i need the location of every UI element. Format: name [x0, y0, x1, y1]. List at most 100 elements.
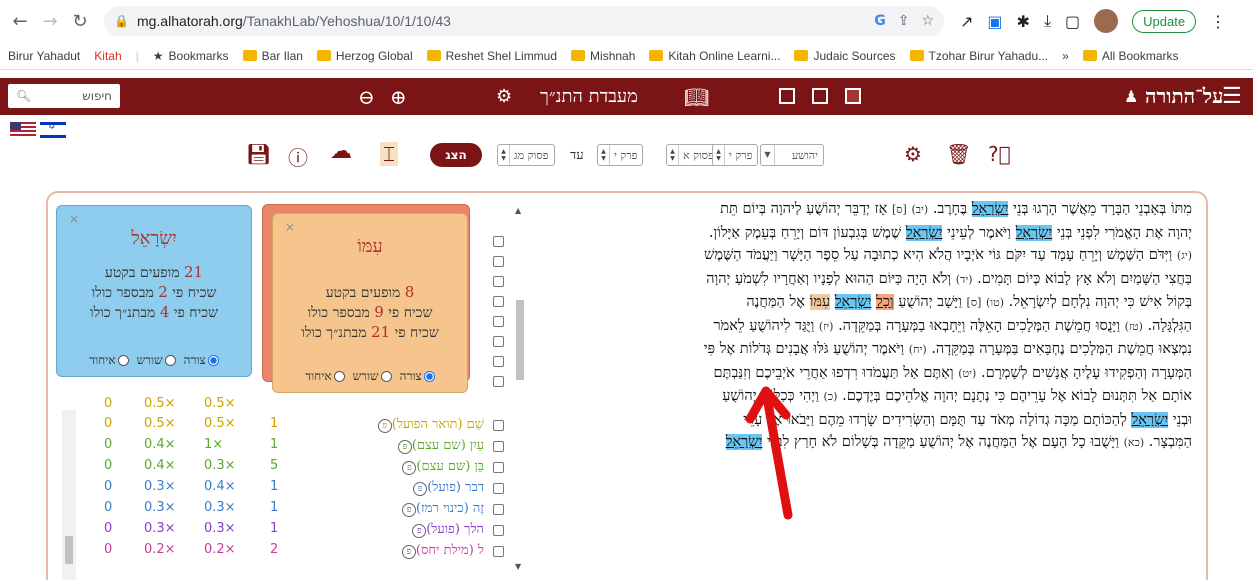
bookmark-item[interactable]: Judaic Sources: [794, 49, 896, 63]
share-icon[interactable]: ⇪: [898, 13, 910, 29]
verse-text[interactable]: וְלֹא הָיָה כַּיּוֹם הַהוּא לְפָנָיו וְא…: [706, 271, 956, 287]
word-cell[interactable]: בֵּן (שם עצם)פ: [398, 458, 484, 475]
verse-text[interactable]: וַיָּנֻסוּ חֲמֵשֶׁת הַמְּלָכִים הָאֵלֶּה…: [833, 318, 1124, 334]
radio-dot[interactable]: [423, 371, 435, 382]
table-row[interactable]: 0 0.2× 0.2× 2 ל (מילת יחס)פ: [62, 542, 512, 564]
highlighted-word[interactable]: יִשְׂרָאֵל: [971, 201, 1009, 217]
chapter-end-stepper[interactable]: ▲ ▼ פרק י: [597, 144, 643, 166]
info-circle-icon[interactable]: פ: [413, 482, 428, 496]
extensions-puzzle-icon[interactable]: ✱: [1017, 12, 1030, 31]
close-icon[interactable]: ×: [69, 212, 79, 226]
highlighted-word[interactable]: וְכָל: [876, 294, 894, 310]
verse-text[interactable]: אֶל הַמַּחֲנֶה: [746, 294, 809, 310]
trash-icon[interactable]: 🗑︎: [946, 142, 971, 166]
expand-icon[interactable]: ⌶: [380, 142, 398, 166]
radio-dot[interactable]: [117, 355, 129, 366]
google-icon[interactable]: G: [874, 13, 886, 29]
update-button[interactable]: Update: [1132, 9, 1197, 33]
info-circle-icon[interactable]: פ: [412, 524, 427, 538]
verse-text[interactable]: שֶׁמֶשׁ בְּגִבְעוֹן דּוֹם וְיָרֵחַ בְּעֵ…: [709, 225, 906, 241]
verse-text[interactable]: אוֹתָם אַל תִּתְּנוּם לָבוֹא אֶל עָרֵיהֶ…: [837, 388, 1192, 404]
word-cell[interactable]: זֶה (כינוי רמז)פ: [398, 500, 484, 517]
info-circle-icon[interactable]: פ: [397, 440, 412, 454]
verse-text[interactable]: יְהוָה אֶת הָאֱמֹרִי לִפְנֵי בְּנֵי: [1052, 225, 1192, 241]
sidepanel-icon[interactable]: ▢: [1065, 12, 1080, 31]
word-cell[interactable]: עַיִן (שם עצם)פ: [394, 437, 484, 454]
bookmark-item[interactable]: »: [1062, 49, 1069, 63]
view-single-column-icon[interactable]: [812, 88, 828, 104]
view-table-icon[interactable]: [845, 88, 861, 104]
word-cell[interactable]: דבר (פועל)פ: [409, 479, 484, 496]
radio-unify[interactable]: איחוד: [89, 353, 129, 368]
gear-icon[interactable]: ⚙: [496, 78, 512, 115]
row-checkbox[interactable]: [493, 483, 504, 494]
highlighted-word[interactable]: יִשְׂרָאֵל: [1015, 224, 1053, 241]
back-icon[interactable]: ←: [8, 9, 32, 33]
row-checkbox[interactable]: [493, 256, 504, 267]
hamburger-menu-icon[interactable]: ☰: [1222, 78, 1242, 115]
view-two-columns-icon[interactable]: [779, 88, 795, 104]
radio-dot[interactable]: [207, 355, 219, 366]
verse-text[interactable]: הַמִּבְצָר.: [1144, 434, 1192, 450]
table-row[interactable]: 0 0.4× 0.3× 5 בֵּן (שם עצם)פ: [62, 458, 512, 480]
highlighted-word[interactable]: יִשְׂרָאֵל: [834, 294, 872, 310]
highlighted-word[interactable]: עִמּוֹ: [809, 294, 831, 310]
save-icon[interactable]: 💾︎: [246, 142, 271, 166]
info-icon[interactable]: ⓘ: [288, 142, 308, 171]
stepper-arrows-icon[interactable]: ▲ ▼: [498, 145, 510, 165]
table-row[interactable]: 0 0.3× 0.3× 1 זֶה (כינוי רמז)פ: [62, 500, 512, 522]
info-circle-icon[interactable]: פ: [401, 545, 416, 559]
zoom-in-icon[interactable]: ⊕: [390, 78, 407, 115]
highlighted-word[interactable]: יִשְׂרָאֵל: [905, 224, 943, 241]
stepper-arrows-icon[interactable]: ▲ ▼: [667, 145, 679, 165]
info-circle-icon[interactable]: פ: [377, 419, 392, 433]
search-input[interactable]: 🔍︎ חיפוש: [8, 84, 120, 108]
verse-text[interactable]: וַיֹּאמֶר יְהוֹשֻׁעַ גֹּלּוּ אֲבָנִים גְ…: [704, 341, 909, 357]
bookmark-item[interactable]: Birur Yahadut: [8, 49, 80, 63]
row-checkbox[interactable]: [493, 276, 504, 287]
verse-text[interactable]: מִתּוֹ בְּאַבְנֵי הַבָּרָד מֵאֲשֶׁר הָרְ…: [1008, 201, 1192, 217]
verse-text[interactable]: וְאַתֶּם אַל תַּעֲמֹדוּ רִדְפוּ אַחֲרֵי …: [713, 365, 958, 381]
stepper-arrows-icon[interactable]: ▲ ▼: [713, 145, 725, 165]
verse-end-stepper[interactable]: ▲ ▼ פסוק מג: [497, 144, 555, 166]
row-checkbox[interactable]: [493, 504, 504, 515]
menu-dots-icon[interactable]: ⋮: [1210, 12, 1226, 31]
row-checkbox[interactable]: [493, 376, 504, 387]
word-cell[interactable]: הלך (פועל)פ: [408, 521, 484, 538]
download-icon[interactable]: ⤓: [1044, 11, 1051, 31]
word-cell[interactable]: ל (מילת יחס)פ: [398, 542, 484, 559]
row-checkbox[interactable]: [493, 525, 504, 536]
table-row[interactable]: 0 0.5× 0.5× 1 שֵׁם (תואר הפועל)פ: [62, 416, 512, 438]
row-checkbox[interactable]: [493, 441, 504, 452]
cloud-icon[interactable]: ☁: [330, 139, 352, 164]
bookmark-item[interactable]: Bar Ilan: [242, 49, 303, 63]
radio-form[interactable]: צורה: [184, 353, 219, 368]
row-checkbox[interactable]: [493, 356, 504, 367]
radio-dot[interactable]: [164, 355, 176, 366]
row-checkbox[interactable]: [493, 296, 504, 307]
table-row[interactable]: 0 0.5× 0.5×: [62, 396, 512, 418]
person-icon[interactable]: ♟: [1124, 78, 1138, 115]
bookmark-item[interactable]: Kitah: [94, 49, 121, 63]
bookmark-item[interactable]: Tzohar Birur Yahadu...: [909, 49, 1048, 63]
lab-title[interactable]: מעבדת התנ״ך: [540, 78, 638, 115]
scroll-up-icon[interactable]: ▲: [515, 206, 521, 215]
stepper-arrows-icon[interactable]: ▲ ▼: [598, 145, 610, 165]
bookmark-item[interactable]: Kitah Online Learni...: [649, 49, 780, 63]
row-checkbox[interactable]: [493, 336, 504, 347]
verse-text[interactable]: הַמְּעָרָה וְהַפְקִידוּ עָלֶיהָ אֲנָשִׁי…: [976, 365, 1192, 381]
table-row[interactable]: 0 0.3× 0.3× 1 הלך (פועל)פ: [62, 521, 512, 543]
radio-dot[interactable]: [380, 371, 392, 382]
row-checkbox[interactable]: [493, 236, 504, 247]
israel-flag-icon[interactable]: [40, 122, 66, 138]
extension-arrow-icon[interactable]: ↗: [960, 12, 973, 31]
row-checkbox[interactable]: [493, 420, 504, 431]
settings-gear-icon[interactable]: ⚙: [904, 142, 922, 166]
extension-translate-icon[interactable]: ▣: [987, 12, 1002, 31]
table-row[interactable]: 0 0.4× 1× 1 עַיִן (שם עצם)פ: [62, 437, 512, 459]
verse-text[interactable]: וּבְנֵי: [1168, 412, 1192, 428]
verse-text[interactable]: וַיֹּאמֶר לְעֵינֵי: [942, 225, 1015, 241]
verse-text[interactable]: נִמְצְאוּ חֲמֵשֶׁת הַמְּלָכִים נֶחְבָּאִ…: [927, 341, 1192, 357]
word-cell[interactable]: שֵׁם (תואר הפועל)פ: [374, 416, 484, 433]
verse-text[interactable]: וַיִּדֹּם הַשֶּׁמֶשׁ וְיָרֵחַ עָמָד עַד …: [704, 247, 1177, 263]
